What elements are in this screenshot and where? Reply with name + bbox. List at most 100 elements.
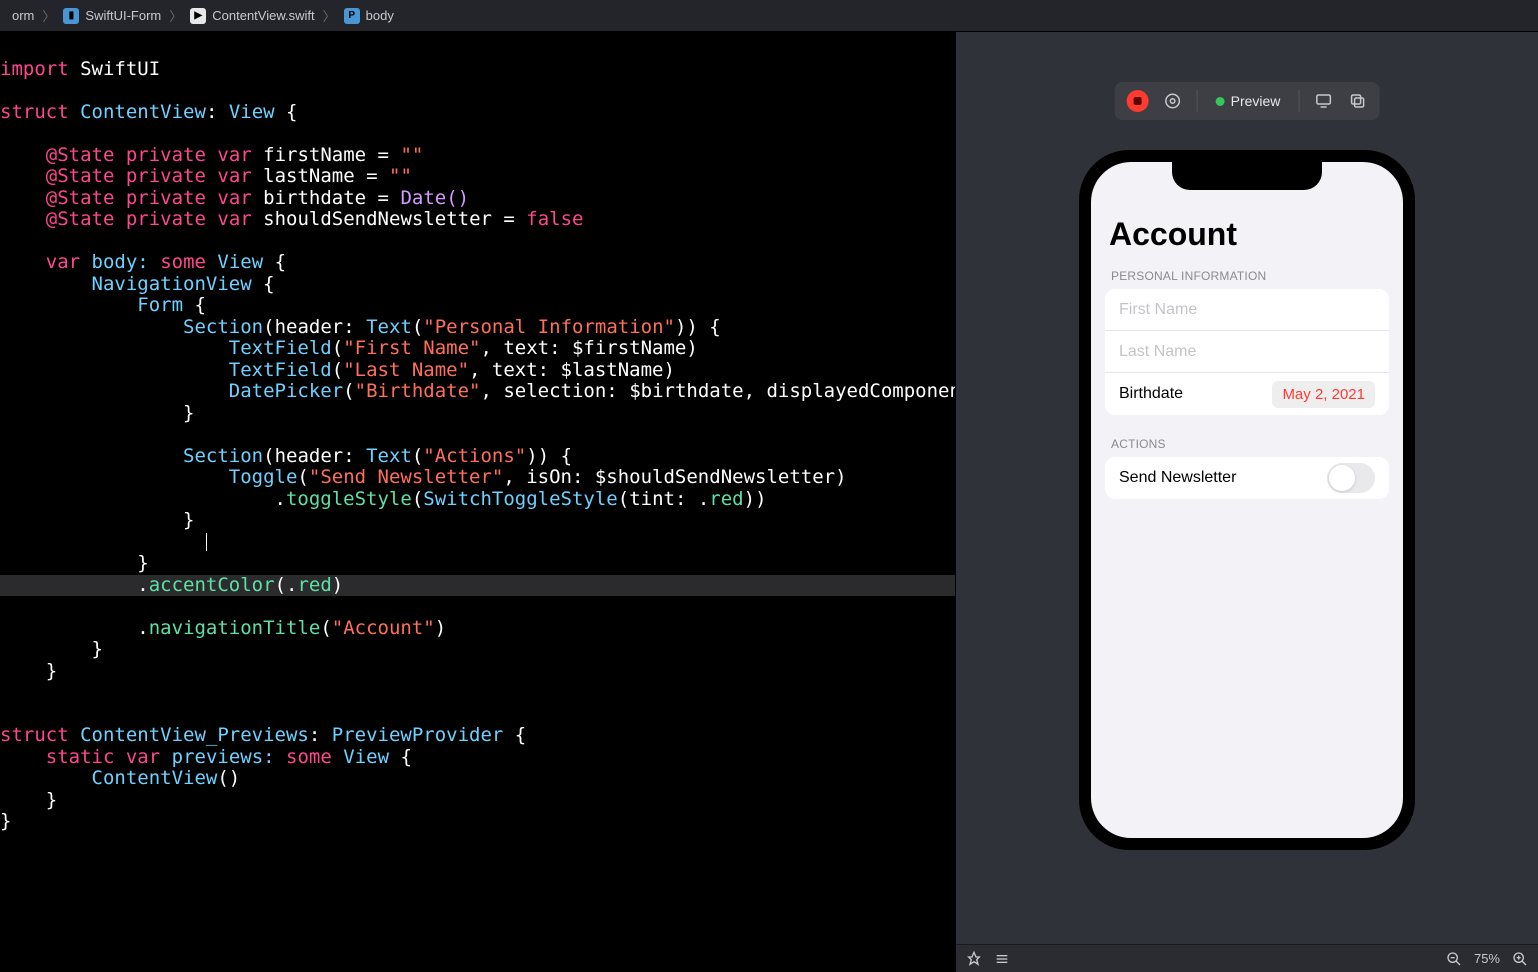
attribute: @State (46, 165, 115, 187)
type-name: TextField (229, 359, 332, 381)
newsletter-label: Send Newsletter (1119, 469, 1236, 487)
attribute: @State (46, 187, 115, 209)
arg-label: header: (275, 316, 367, 338)
string-literal: "" (389, 165, 412, 187)
display-icon (1314, 92, 1332, 110)
chevron-right-icon: 〉 (40, 6, 57, 25)
breadcrumb: orm 〉 ▮ SwiftUI-Form 〉 ▶ ContentView.swi… (0, 0, 1538, 32)
breadcrumb-item-file[interactable]: ▶ ContentView.swift (184, 8, 320, 24)
iphone-screen: Account PERSONAL INFORMATION First Name … (1091, 162, 1403, 838)
var-decl: lastName = (263, 165, 389, 187)
type-name: DatePicker (229, 380, 343, 402)
form-section-personal: First Name Last Name Birthdate May 2, 20… (1105, 289, 1389, 415)
section-header: ACTIONS (1091, 429, 1403, 457)
keyword: false (526, 208, 583, 230)
newsletter-toggle[interactable] (1327, 463, 1375, 493)
stop-preview-button[interactable] (1127, 90, 1149, 112)
keyword: var (217, 144, 251, 166)
preview-pane: Preview Account PERSONAL INFORMATION Fir… (955, 32, 1538, 972)
birthdate-value[interactable]: May 2, 2021 (1272, 381, 1375, 408)
string-literal: "" (400, 144, 423, 166)
breadcrumb-label: ContentView.swift (212, 8, 314, 23)
property-name: body: (92, 251, 161, 273)
code-editor[interactable]: import SwiftUI struct ContentView: View … (0, 32, 955, 972)
binding: $firstName (572, 337, 686, 359)
birthdate-row[interactable]: Birthdate May 2, 2021 (1105, 373, 1389, 415)
type-name: PreviewProvider (332, 724, 504, 746)
circle-icon (1164, 92, 1182, 110)
arg-label: tint: (629, 488, 698, 510)
property-icon: P (344, 8, 360, 24)
toggle-knob (1329, 465, 1355, 491)
string-literal: "Birthdate" (355, 380, 481, 402)
zoom-in-icon (1512, 951, 1528, 967)
string-literal: "Last Name" (343, 359, 469, 381)
swift-file-icon: ▶ (190, 8, 206, 24)
arg-label: , displayedComponents: (744, 380, 955, 402)
last-name-field[interactable]: Last Name (1105, 331, 1389, 373)
keyword: private (126, 187, 206, 209)
keyword: private (126, 144, 206, 166)
arg-label: , selection: (480, 380, 629, 402)
pin-icon (966, 951, 982, 967)
iphone-notch (1172, 162, 1322, 190)
type-name: View (217, 251, 263, 273)
keyword: static (46, 746, 115, 768)
string-literal: "Send Newsletter" (309, 466, 503, 488)
type-name: Section (183, 445, 263, 467)
duplicate-preview-button[interactable] (1343, 87, 1371, 115)
arg-label: , text: (480, 337, 572, 359)
preview-status-button[interactable]: Preview (1208, 93, 1289, 109)
keyword: var (217, 165, 251, 187)
enum-case: red (709, 488, 743, 510)
type-name: Toggle (229, 466, 298, 488)
form-section-actions: Send Newsletter (1105, 457, 1389, 499)
keyword: struct (0, 101, 69, 123)
divider (1298, 90, 1299, 112)
type-name: Text (366, 445, 412, 467)
first-name-field[interactable]: First Name (1105, 289, 1389, 331)
preview-status-bar: 75% (956, 944, 1538, 972)
app-content: Account PERSONAL INFORMATION First Name … (1091, 162, 1403, 499)
arg-label: header: (275, 445, 367, 467)
zoom-out-button[interactable] (1446, 951, 1462, 967)
binding: $lastName (561, 359, 664, 381)
breadcrumb-item-project[interactable]: orm (6, 8, 40, 23)
type-name: TextField (229, 337, 332, 359)
breadcrumb-label: SwiftUI-Form (85, 8, 161, 23)
menu-button[interactable] (994, 951, 1010, 967)
text-cursor (206, 533, 207, 551)
method-call: accentColor (149, 574, 275, 596)
attribute: @State (46, 144, 115, 166)
zoom-out-icon (1446, 951, 1462, 967)
newsletter-row: Send Newsletter (1105, 457, 1389, 499)
keyword: some (286, 746, 332, 768)
attribute: @State (46, 208, 115, 230)
type-name: View (343, 746, 389, 768)
string-literal: "First Name" (343, 337, 480, 359)
menu-icon (994, 951, 1010, 967)
string-literal: "Actions" (423, 445, 526, 467)
breadcrumb-item-folder[interactable]: ▮ SwiftUI-Form (57, 8, 167, 24)
divider (1197, 90, 1198, 112)
iphone-frame: Account PERSONAL INFORMATION First Name … (1079, 150, 1415, 850)
pin-button[interactable] (966, 951, 982, 967)
device-button[interactable] (1309, 87, 1337, 115)
zoom-in-button[interactable] (1512, 951, 1528, 967)
preview-toolbar: Preview (1115, 82, 1380, 120)
breadcrumb-label: body (366, 8, 394, 23)
status-dot-icon (1216, 97, 1225, 106)
enum-case: red (297, 574, 331, 596)
keyword: var (46, 251, 80, 273)
breadcrumb-item-symbol[interactable]: P body (338, 8, 400, 24)
preview-settings-button[interactable] (1159, 87, 1187, 115)
type-name: Form (137, 294, 183, 316)
type-name: View (229, 101, 275, 123)
string-literal: "Account" (332, 617, 435, 639)
keyword: var (217, 208, 251, 230)
chevron-right-icon: 〉 (167, 6, 184, 25)
type-name: SwitchToggleStyle (423, 488, 617, 510)
keyword: var (126, 746, 160, 768)
preview-label: Preview (1231, 93, 1281, 109)
type-name: NavigationView (92, 273, 252, 295)
